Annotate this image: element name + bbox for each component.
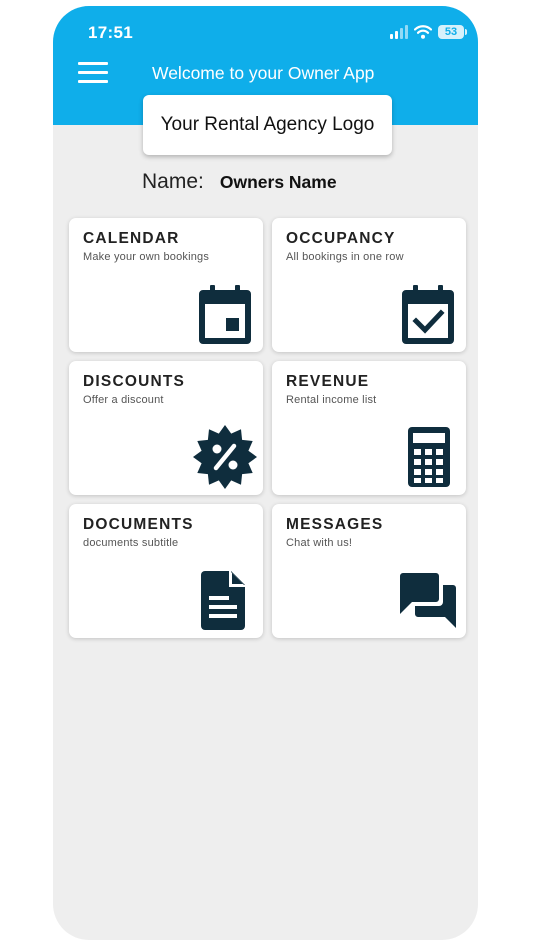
tile-subtitle: Chat with us! [286,537,353,549]
tile-revenue[interactable]: REVENUE Rental income list [272,361,466,495]
app-title: Welcome to your Owner App [152,63,375,83]
tile-subtitle: All bookings in one row [286,251,404,263]
tile-title: OCCUPANCY [286,230,396,247]
calendar-check-icon [402,285,454,344]
tile-subtitle: Make your own bookings [83,251,210,263]
document-icon [201,571,245,630]
tile-occupancy[interactable]: OCCUPANCY All bookings in one row [272,218,466,352]
tile-title: REVENUE [286,373,370,390]
menu-icon-bar [78,80,108,83]
cellular-signal-icon [390,25,408,39]
tile-title: CALENDAR [83,230,180,247]
agency-logo: Your Rental Agency Logo [143,95,392,155]
app-screen: 17:51 53 Welcome to your Owner App Your … [53,6,478,940]
chat-bubbles-icon [400,573,456,628]
owner-name-label: Name: [142,170,204,193]
battery-icon: 53 [438,25,467,39]
tile-discounts[interactable]: DISCOUNTS Offer a discount [69,361,263,495]
tile-title: DOCUMENTS [83,516,194,533]
owner-name-row: Name: Owners Name [142,170,337,194]
menu-icon-bar [78,71,108,74]
tile-subtitle: Rental income list [286,394,377,406]
hamburger-menu-button[interactable] [77,60,111,86]
tile-subtitle: Offer a discount [83,394,164,406]
status-icons: 53 [390,25,467,39]
menu-icon [78,62,108,65]
calculator-icon [408,427,450,487]
wifi-icon [414,25,432,39]
tile-title: DISCOUNTS [83,373,186,390]
owner-name-value: Owners Name [219,172,337,192]
tile-documents[interactable]: DOCUMENTS documents subtitle [69,504,263,638]
tile-calendar[interactable]: CALENDAR Make your own bookings [69,218,263,352]
status-time: 17:51 [88,23,133,42]
tile-subtitle: documents subtitle [83,537,179,549]
tile-messages[interactable]: MESSAGES Chat with us! [272,504,466,638]
tile-title: MESSAGES [286,516,384,533]
discount-badge-icon [193,425,257,489]
calendar-icon [199,285,251,344]
